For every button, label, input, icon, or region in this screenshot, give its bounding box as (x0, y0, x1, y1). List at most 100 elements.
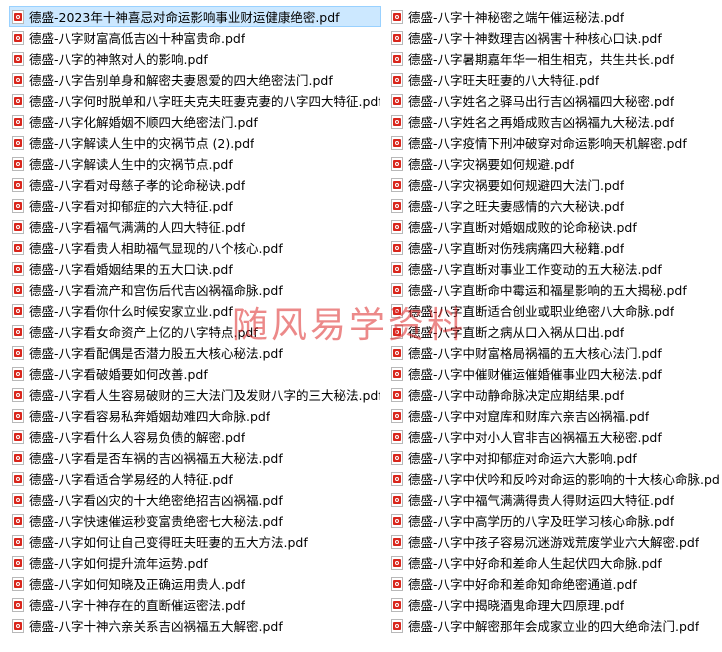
file-item[interactable]: 德盛-八字中伏吟和反吟对命运的影响的十大核心命脉.pdf (388, 468, 720, 489)
file-item[interactable]: 德盛-八字化解婚姻不顺四大绝密法门.pdf (9, 111, 381, 132)
file-item[interactable]: 德盛-八字直断对事业工作变动的五大秘法.pdf (388, 258, 720, 279)
file-item[interactable]: 德盛-八字姓名之再婚成败吉凶祸福九大秘法.pdf (388, 111, 720, 132)
pdf-file-icon (12, 135, 24, 150)
file-name: 德盛-八字直断对婚姻成败的论命秘诀.pdf (408, 220, 637, 235)
file-item[interactable]: 德盛-八字中好命和差命人生起伏四大命脉.pdf (388, 552, 720, 573)
file-item[interactable]: 德盛-八字直断适合创业或职业绝密八大命脉.pdf (388, 300, 720, 321)
file-item[interactable]: 德盛-八字十神六亲关系吉凶祸福五大解密.pdf (9, 615, 381, 636)
file-item[interactable]: 德盛-八字中催财催运催婚催事业四大秘法.pdf (388, 363, 720, 384)
file-item[interactable]: 德盛-八字中福气满满得贵人得财运四大特征.pdf (388, 489, 720, 510)
file-item[interactable]: 德盛-八字看对母慈子孝的论命秘诀.pdf (9, 174, 381, 195)
file-name: 德盛-八字快速催运秒变富贵绝密七大秘法.pdf (29, 514, 283, 529)
pdf-file-icon (12, 240, 24, 255)
file-list-right: 德盛-八字十神秘密之端午催运秘法.pdf 德盛-八字十神数理吉凶祸害十种核心口诀… (388, 6, 720, 636)
file-item[interactable]: 德盛-八字中好命和差命知命绝密通道.pdf (388, 573, 720, 594)
pdf-file-icon (391, 30, 403, 45)
file-item[interactable]: 德盛-八字看女命资产上亿的八字特点.pdf (9, 321, 381, 342)
file-item[interactable]: 德盛-八字十神存在的直断催运密法.pdf (9, 594, 381, 615)
pdf-file-icon (391, 345, 403, 360)
file-item[interactable]: 德盛-八字看是否车祸的吉凶祸福五大秘法.pdf (9, 447, 381, 468)
file-item[interactable]: 德盛-八字中对小人官非吉凶祸福五大秘密.pdf (388, 426, 720, 447)
file-item[interactable]: 德盛-八字看贵人相助福气显现的八个核心.pdf (9, 237, 381, 258)
file-item[interactable]: 德盛-2023年十神喜忌对命运影响事业财运健康绝密.pdf (9, 6, 381, 27)
file-name: 德盛-八字中好命和差命人生起伏四大命脉.pdf (408, 556, 662, 571)
file-name: 德盛-八字如何让自己变得旺夫旺妻的五大方法.pdf (29, 535, 308, 550)
file-name: 德盛-八字十神秘密之端午催运秘法.pdf (408, 10, 625, 25)
pdf-file-icon (391, 114, 403, 129)
file-item[interactable]: 德盛-八字如何提升流年运势.pdf (9, 552, 381, 573)
file-item[interactable]: 德盛-八字看适合学易经的人特征.pdf (9, 468, 381, 489)
pdf-file-icon (12, 534, 24, 549)
file-item[interactable]: 德盛-八字告别单身和解密夫妻恩爱的四大绝密法门.pdf (9, 69, 381, 90)
pdf-file-icon (391, 51, 403, 66)
file-item[interactable]: 德盛-八字中动静命脉决定应期结果.pdf (388, 384, 720, 405)
pdf-file-icon (12, 219, 24, 234)
file-item[interactable]: 德盛-八字旺夫旺妻的八大特征.pdf (388, 69, 720, 90)
file-item[interactable]: 德盛-八字何时脱单和八字旺夫克夫旺妻克妻的八字四大特征.pdf (9, 90, 381, 111)
file-item[interactable]: 德盛-八字看破婚要如何改善.pdf (9, 363, 381, 384)
file-item[interactable]: 德盛-八字中对抑郁症对命运六大影响.pdf (388, 447, 720, 468)
file-name: 德盛-八字中对窟库和财库六亲吉凶祸福.pdf (408, 409, 650, 424)
file-item[interactable]: 德盛-八字看流产和宫伤后代吉凶祸福命脉.pdf (9, 279, 381, 300)
file-name: 德盛-八字解读人生中的灾祸节点.pdf (29, 157, 233, 172)
file-name: 德盛-八字中揭晓酒鬼命理大四原理.pdf (408, 598, 625, 613)
file-item[interactable]: 德盛-八字直断对婚姻成败的论命秘诀.pdf (388, 216, 720, 237)
file-item[interactable]: 德盛-八字看凶灾的十大绝密绝招吉凶祸福.pdf (9, 489, 381, 510)
pdf-file-icon (391, 597, 403, 612)
file-name: 德盛-八字看对抑郁症的六大特征.pdf (29, 199, 233, 214)
file-name: 德盛-八字看你什么时候安家立业.pdf (29, 304, 233, 319)
file-item[interactable]: 德盛-八字直断之病从口入祸从口出.pdf (388, 321, 720, 342)
file-item[interactable]: 德盛-八字如何知晓及正确运用贵人.pdf (9, 573, 381, 594)
file-item[interactable]: 德盛-八字看对抑郁症的六大特征.pdf (9, 195, 381, 216)
pdf-file-icon (391, 177, 403, 192)
file-item[interactable]: 德盛-八字看什么人容易负债的解密.pdf (9, 426, 381, 447)
file-item[interactable]: 德盛-八字看容易私奔婚姻劫难四大命脉.pdf (9, 405, 381, 426)
file-name: 德盛-八字看什么人容易负债的解密.pdf (29, 430, 246, 445)
file-item[interactable]: 德盛-八字中财富格局祸福的五大核心法门.pdf (388, 342, 720, 363)
file-item[interactable]: 德盛-八字中解密那年会成家立业的四大绝命法门.pdf (388, 615, 720, 636)
file-name: 德盛-八字如何知晓及正确运用贵人.pdf (29, 577, 246, 592)
file-item[interactable]: 德盛-八字解读人生中的灾祸节点 (2).pdf (9, 132, 381, 153)
file-name: 德盛-八字十神存在的直断催运密法.pdf (29, 598, 246, 613)
file-item[interactable]: 德盛-八字直断对伤残病痛四大秘籍.pdf (388, 237, 720, 258)
file-name: 德盛-八字之旺夫妻感情的六大秘诀.pdf (408, 199, 625, 214)
file-item[interactable]: 德盛-八字如何让自己变得旺夫旺妻的五大方法.pdf (9, 531, 381, 552)
file-item[interactable]: 德盛-八字灾祸要如何规避.pdf (388, 153, 720, 174)
pdf-file-icon (391, 513, 403, 528)
pdf-file-icon (12, 156, 24, 171)
file-item[interactable]: 德盛-八字暑期嘉年华一相生相克，共生共长.pdf (388, 48, 720, 69)
file-item[interactable]: 德盛-八字中对窟库和财库六亲吉凶祸福.pdf (388, 405, 720, 426)
file-name: 德盛-八字看是否车祸的吉凶祸福五大秘法.pdf (29, 451, 283, 466)
file-item[interactable]: 德盛-八字看人生容易破财的三大法门及发财八字的三大秘法.pdf (9, 384, 381, 405)
file-name: 德盛-八字看福气满满的人四大特征.pdf (29, 220, 246, 235)
file-item[interactable]: 德盛-八字快速催运秒变富贵绝密七大秘法.pdf (9, 510, 381, 531)
file-item[interactable]: 德盛-八字疫情下刑冲破穿对命运影响天机解密.pdf (388, 132, 720, 153)
file-item[interactable]: 德盛-八字灾祸要如何规避四大法门.pdf (388, 174, 720, 195)
file-name: 德盛-八字灾祸要如何规避.pdf (408, 157, 575, 172)
file-name: 德盛-八字中孩子容易沉迷游戏荒废学业六大解密.pdf (408, 535, 700, 550)
file-name: 德盛-八字化解婚姻不顺四大绝密法门.pdf (29, 115, 258, 130)
file-item[interactable]: 德盛-八字财富高低吉凶十种富贵命.pdf (9, 27, 381, 48)
file-name: 德盛-八字看婚姻结果的五大口诀.pdf (29, 262, 233, 277)
file-item[interactable]: 德盛-八字直断命中霉运和福星影响的五大揭秘.pdf (388, 279, 720, 300)
file-item[interactable]: 德盛-八字中揭晓酒鬼命理大四原理.pdf (388, 594, 720, 615)
pdf-file-icon (391, 261, 403, 276)
file-item[interactable]: 德盛-八字解读人生中的灾祸节点.pdf (9, 153, 381, 174)
file-item[interactable]: 德盛-八字的神煞对人的影响.pdf (9, 48, 381, 69)
file-item[interactable]: 德盛-八字看福气满满的人四大特征.pdf (9, 216, 381, 237)
pdf-file-icon (12, 513, 24, 528)
file-name: 德盛-八字直断对伤残病痛四大秘籍.pdf (408, 241, 625, 256)
file-item[interactable]: 德盛-八字中高学历的八字及旺学习核心命脉.pdf (388, 510, 720, 531)
file-item[interactable]: 德盛-八字中孩子容易沉迷游戏荒废学业六大解密.pdf (388, 531, 720, 552)
file-item[interactable]: 德盛-八字看配偶是否潜力股五大核心秘法.pdf (9, 342, 381, 363)
file-name: 德盛-八字看适合学易经的人特征.pdf (29, 472, 233, 487)
file-item[interactable]: 德盛-八字看婚姻结果的五大口诀.pdf (9, 258, 381, 279)
file-item[interactable]: 德盛-八字十神数理吉凶祸害十种核心口诀.pdf (388, 27, 720, 48)
file-item[interactable]: 德盛-八字之旺夫妻感情的六大秘诀.pdf (388, 195, 720, 216)
file-item[interactable]: 德盛-八字看你什么时候安家立业.pdf (9, 300, 381, 321)
pdf-file-icon (391, 387, 403, 402)
pdf-file-icon (12, 345, 24, 360)
file-item[interactable]: 德盛-八字十神秘密之端午催运秘法.pdf (388, 6, 720, 27)
file-item[interactable]: 德盛-八字姓名之驿马出行吉凶祸福四大秘密.pdf (388, 90, 720, 111)
file-name: 德盛-八字财富高低吉凶十种富贵命.pdf (29, 31, 246, 46)
